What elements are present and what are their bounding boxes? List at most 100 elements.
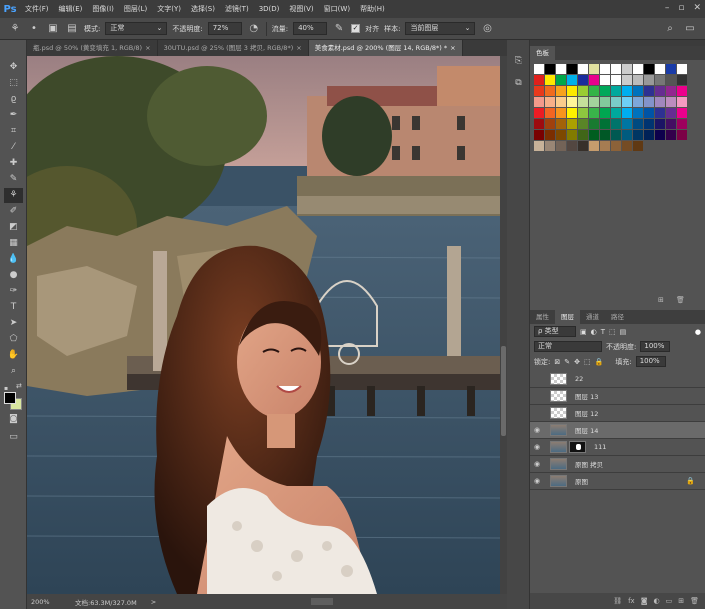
color-swatch[interactable] <box>622 64 632 74</box>
color-swatch[interactable] <box>611 86 621 96</box>
clone-stamp-tool-icon[interactable]: ⚘ <box>4 188 23 203</box>
filter-smart-icon[interactable]: ▤ <box>620 328 627 336</box>
color-swatch[interactable] <box>600 108 610 118</box>
hand-tool-icon[interactable]: ✋ <box>4 348 23 363</box>
visibility-eye-icon[interactable]: ◉ <box>530 443 544 451</box>
color-swatch[interactable] <box>666 64 676 74</box>
color-swatch[interactable] <box>677 86 687 96</box>
color-swatch[interactable] <box>677 64 687 74</box>
clone-source-panel-icon[interactable]: ⧉ <box>512 78 525 91</box>
color-swatch[interactable] <box>545 75 555 85</box>
tab-document-2[interactable]: 30UTU.psd @ 25% (图层 3 拷贝, RGB/8*) × <box>158 40 309 56</box>
menu-edit[interactable]: 编辑(E) <box>54 0 88 18</box>
color-swatch[interactable] <box>611 108 621 118</box>
link-layers-icon[interactable]: ⛓ <box>613 597 622 605</box>
layer-row[interactable]: 图层 13 <box>530 388 705 405</box>
filter-shape-icon[interactable]: ⬚ <box>609 328 616 336</box>
search-icon[interactable]: ⌕ <box>663 22 677 36</box>
zoom-tool-icon[interactable]: ⌕ <box>4 364 23 379</box>
color-swatch[interactable] <box>567 130 577 140</box>
visibility-eye-icon[interactable]: ◉ <box>530 477 544 485</box>
canvas-vertical-scrollbar[interactable] <box>500 56 507 594</box>
color-swatch[interactable] <box>589 130 599 140</box>
color-swatch[interactable] <box>600 64 610 74</box>
color-swatch[interactable] <box>611 119 621 129</box>
shape-tool-icon[interactable]: ⬠ <box>4 332 23 347</box>
color-swatch[interactable] <box>578 86 588 96</box>
color-swatch[interactable] <box>600 75 610 85</box>
tab-channels[interactable]: 通道 <box>580 310 605 324</box>
color-swatch[interactable] <box>545 97 555 107</box>
color-swatch[interactable] <box>666 119 676 129</box>
lock-artboard-icon[interactable]: ⬚ <box>584 358 591 366</box>
color-swatch[interactable] <box>644 97 654 107</box>
tab-swatches[interactable]: 色板 <box>530 46 555 60</box>
color-swatch[interactable] <box>644 119 654 129</box>
color-swatch[interactable] <box>622 130 632 140</box>
color-swatch[interactable] <box>545 130 555 140</box>
color-swatch[interactable] <box>644 64 654 74</box>
color-swatch[interactable] <box>578 130 588 140</box>
pen-tool-icon[interactable]: ✑ <box>4 284 23 299</box>
color-swatch[interactable] <box>534 119 544 129</box>
layer-row[interactable]: 图层 12 <box>530 405 705 422</box>
color-swatch[interactable] <box>589 86 599 96</box>
color-swatch[interactable] <box>677 130 687 140</box>
layer-row[interactable]: ◉ 图层 14 <box>530 422 705 439</box>
color-swatch[interactable] <box>677 97 687 107</box>
color-swatch[interactable] <box>611 130 621 140</box>
color-swatch[interactable] <box>666 75 676 85</box>
color-swatch[interactable] <box>545 86 555 96</box>
color-swatch[interactable] <box>677 119 687 129</box>
color-swatch[interactable] <box>556 130 566 140</box>
color-swatch[interactable] <box>666 97 676 107</box>
color-swatch[interactable] <box>556 119 566 129</box>
mode-select[interactable]: 正常 ⌄ <box>105 22 168 35</box>
crop-tool-icon[interactable]: ⌗ <box>4 124 23 139</box>
color-swatch[interactable] <box>655 64 665 74</box>
menu-help[interactable]: 帮助(H) <box>355 0 390 18</box>
color-swatch[interactable] <box>567 119 577 129</box>
close-icon[interactable]: ✕ <box>693 3 701 13</box>
type-tool-icon[interactable]: T <box>4 300 23 315</box>
menu-type[interactable]: 文字(Y) <box>152 0 186 18</box>
filter-adjustment-icon[interactable]: ◐ <box>591 328 597 336</box>
blend-mode-select[interactable]: 正常 <box>534 341 602 352</box>
color-swatch[interactable] <box>611 64 621 74</box>
color-swatch[interactable] <box>556 108 566 118</box>
color-swatch[interactable] <box>567 97 577 107</box>
color-swatch[interactable] <box>534 97 544 107</box>
color-swatch[interactable] <box>622 75 632 85</box>
color-swatch[interactable] <box>589 119 599 129</box>
lock-pixels-icon[interactable]: ✎ <box>564 358 570 366</box>
color-swatch[interactable] <box>655 108 665 118</box>
color-swatch[interactable] <box>578 64 588 74</box>
history-panel-icon[interactable]: ⎘ <box>512 56 525 69</box>
trash-icon[interactable]: 🗑 <box>676 296 685 304</box>
color-swatch[interactable] <box>545 108 555 118</box>
brush-panel-icon[interactable]: ▣ <box>46 22 60 36</box>
layer-style-icon[interactable]: fx <box>628 597 635 605</box>
horizontal-scrollbar-thumb[interactable] <box>311 598 333 605</box>
menu-window[interactable]: 窗口(W) <box>319 0 355 18</box>
quick-select-tool-icon[interactable]: ✒ <box>4 108 23 123</box>
scrollbar-thumb[interactable] <box>501 346 506 436</box>
new-layer-icon[interactable]: ⊞ <box>678 597 684 605</box>
color-swatch[interactable] <box>644 75 654 85</box>
flow-input[interactable]: 40% <box>293 22 328 35</box>
color-swatch[interactable] <box>556 64 566 74</box>
color-swatch[interactable] <box>567 75 577 85</box>
color-swatch[interactable] <box>567 141 577 151</box>
menu-select[interactable]: 选择(S) <box>186 0 220 18</box>
color-swatch[interactable] <box>644 86 654 96</box>
menu-layer[interactable]: 图层(L) <box>119 0 152 18</box>
color-swatch[interactable] <box>633 64 643 74</box>
menu-file[interactable]: 文件(F) <box>20 0 54 18</box>
lock-all-icon[interactable]: 🔒 <box>595 358 604 366</box>
color-swatch[interactable] <box>666 108 676 118</box>
lock-position-icon[interactable]: ✥ <box>574 358 580 366</box>
brush-preset-icon[interactable]: • <box>27 22 41 36</box>
color-swatch[interactable] <box>600 119 610 129</box>
color-swatch[interactable] <box>611 75 621 85</box>
color-swatch[interactable] <box>622 86 632 96</box>
